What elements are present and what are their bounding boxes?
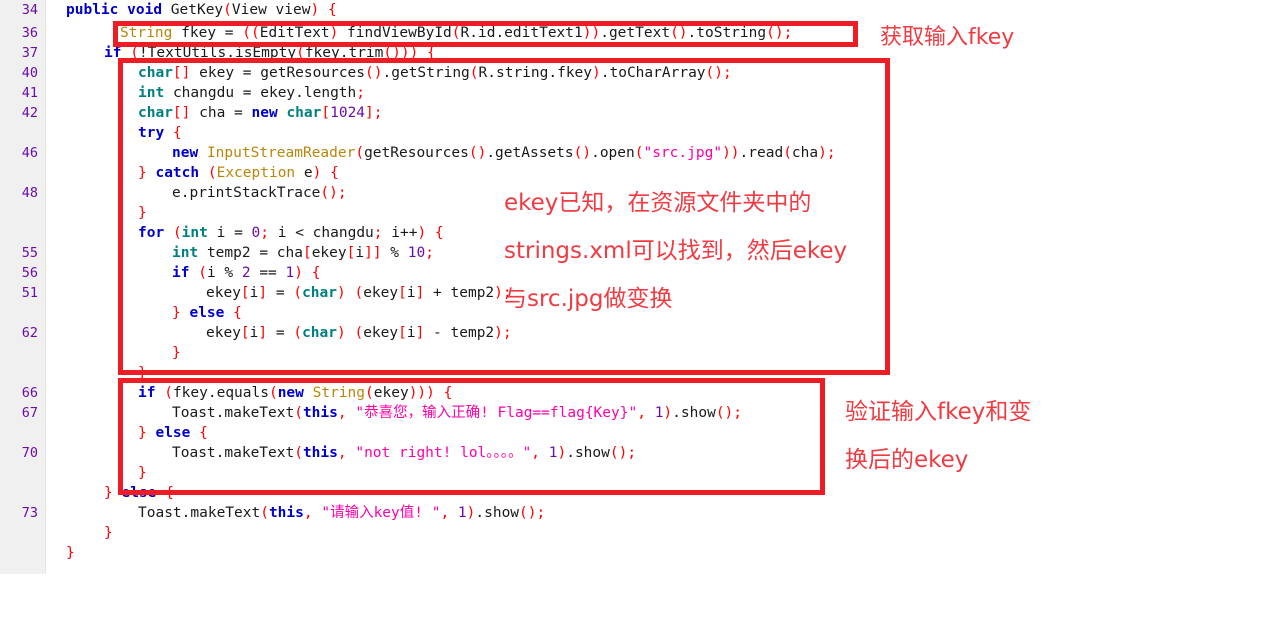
- line-number: 34: [21, 2, 38, 18]
- line-number: 55: [21, 245, 38, 261]
- code-line[interactable]: 73 Toast.makeText(this, "请输入key值! ", 1).…: [0, 503, 1270, 523]
- line-number: 42: [21, 105, 38, 121]
- line-number: 36: [21, 25, 38, 41]
- code-line[interactable]: }: [0, 543, 1270, 563]
- line-content: public void GetKey(View view) {: [66, 2, 337, 18]
- line-content: }: [66, 545, 75, 561]
- line-number: 70: [21, 445, 38, 461]
- line-number: 41: [21, 85, 38, 101]
- line-number: 40: [21, 65, 38, 81]
- line-number: 48: [21, 185, 38, 201]
- annotation-verify-line2: 换后的ekey: [845, 447, 969, 473]
- line-content: }: [104, 525, 113, 541]
- code-line[interactable]: 34 public void GetKey(View view) {: [0, 0, 1270, 20]
- line-number: 37: [21, 45, 38, 61]
- highlight-box-verify: [118, 378, 825, 495]
- annotation-verify-line1: 验证输入fkey和变: [845, 399, 1032, 425]
- line-number: 73: [21, 505, 38, 521]
- annotation-fkey-input: 获取输入fkey: [880, 25, 1015, 50]
- line-number: 56: [21, 265, 38, 281]
- highlight-box-fkey-input: [113, 21, 858, 47]
- line-number: 67: [21, 405, 38, 421]
- line-number: 51: [21, 285, 38, 301]
- code-editor: 34 public void GetKey(View view) { 36 St…: [0, 0, 1270, 574]
- annotation-ekey-line2: strings.xml可以找到，然后ekey: [504, 238, 848, 264]
- code-line[interactable]: }: [0, 523, 1270, 543]
- line-number: 46: [21, 145, 38, 161]
- line-number: 62: [21, 325, 38, 341]
- annotation-ekey-line3: 与src.jpg做变换: [504, 286, 673, 312]
- line-number: 66: [21, 385, 38, 401]
- annotation-ekey-line1: ekey已知，在资源文件夹中的: [504, 190, 812, 216]
- line-content: Toast.makeText(this, "请输入key值! ", 1).sho…: [138, 505, 546, 521]
